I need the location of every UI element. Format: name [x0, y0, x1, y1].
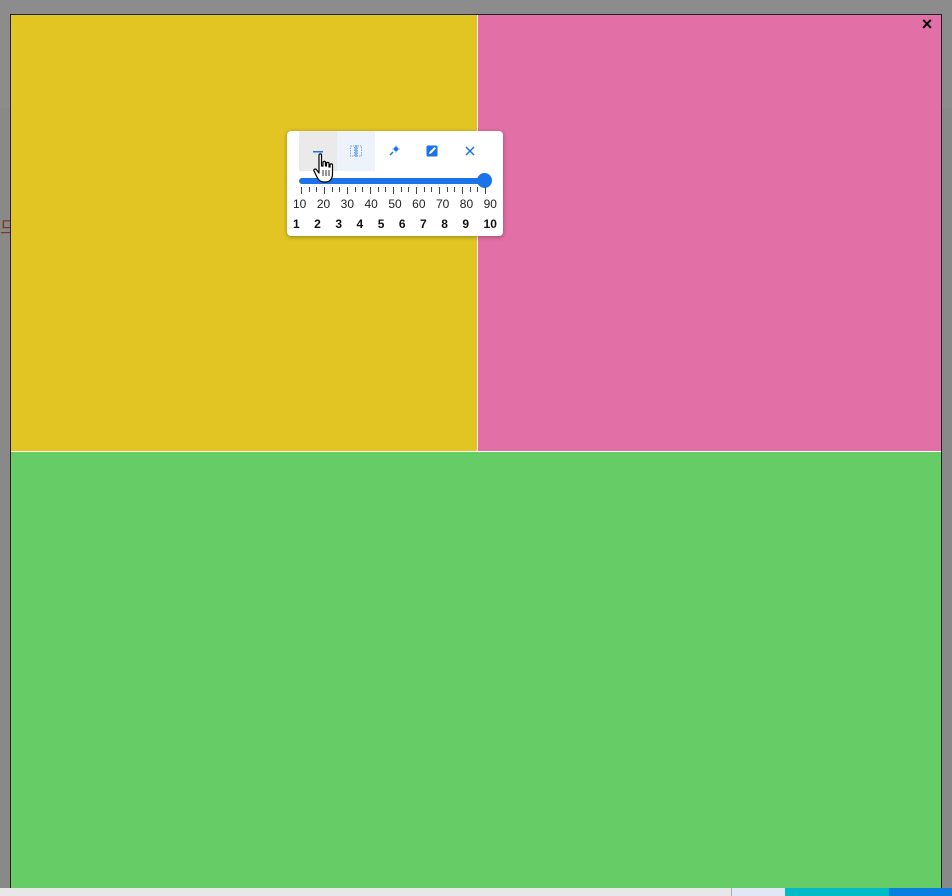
- slider-tick: [331, 187, 333, 192]
- slider-tick: [393, 187, 394, 194]
- percent-scale-label: 70: [435, 197, 450, 211]
- percent-scale-label: 20: [316, 197, 331, 211]
- slider-tick: [408, 187, 410, 192]
- slider-tick: [454, 187, 456, 192]
- slider-tick: [416, 187, 417, 194]
- percent-scale-label: 90: [483, 197, 497, 211]
- percent-scale-label: 80: [459, 197, 474, 211]
- pane-green[interactable]: [11, 452, 941, 888]
- slider-tick: [377, 187, 379, 192]
- slider-tick: [339, 187, 341, 192]
- count-scale-label: 2: [314, 217, 321, 231]
- percent-scale-label: 40: [364, 197, 378, 211]
- slider-tick: [439, 187, 440, 194]
- vertical-split-icon: [350, 145, 362, 157]
- edit-button[interactable]: [413, 131, 451, 171]
- close-toolbar-button[interactable]: [451, 131, 489, 171]
- slider-tick: [446, 187, 448, 192]
- count-scale-label: 8: [441, 217, 448, 231]
- percent-scale-label: 30: [340, 197, 355, 211]
- slider-tick: [308, 187, 310, 192]
- pane-pink[interactable]: [478, 15, 941, 451]
- percent-scale-label: 50: [388, 197, 402, 211]
- percent-scale-label: 10: [293, 197, 307, 211]
- hand-cursor-icon: [313, 153, 334, 183]
- horizontal-splitter[interactable]: [11, 451, 941, 452]
- close-icon: [465, 146, 475, 156]
- slider-ticks: [301, 187, 487, 195]
- count-scale-label: 10: [483, 217, 497, 231]
- split-vertical-button[interactable]: [337, 131, 375, 171]
- slider-tick: [485, 187, 486, 194]
- bottom-bar-segment: [731, 888, 786, 896]
- magic-wand-icon: [389, 145, 400, 156]
- count-scale-label: 7: [420, 217, 427, 231]
- slider-tick: [354, 187, 356, 192]
- percent-scale: 10 20 30 40 50 60 70 80 90: [293, 197, 497, 211]
- modal-close-button[interactable]: ×: [917, 14, 937, 34]
- slider-tick: [385, 187, 387, 192]
- slider-tick: [400, 187, 402, 192]
- count-scale-label: 9: [462, 217, 470, 231]
- slider-tick: [347, 187, 348, 194]
- slider-tick: [462, 187, 463, 194]
- percent-scale-label: 60: [412, 197, 426, 211]
- slider-tick: [362, 187, 364, 192]
- slider-tick: [316, 187, 318, 192]
- count-scale-label: 1: [293, 217, 300, 231]
- count-scale-label: 6: [398, 217, 406, 231]
- count-scale-label: 3: [335, 217, 343, 231]
- slider-tick: [370, 187, 371, 194]
- slider-tick: [477, 187, 479, 192]
- slider-tick: [423, 187, 425, 192]
- slider-thumb[interactable]: [477, 173, 492, 188]
- slider-tick: [469, 187, 471, 192]
- slider-tick: [324, 187, 325, 194]
- count-scale-label: 4: [356, 217, 364, 231]
- bottom-bar-segment-blue: [889, 888, 952, 896]
- bottom-bar-segment-teal: [785, 888, 889, 896]
- magic-wand-button[interactable]: [375, 131, 413, 171]
- count-scale-label: 5: [377, 217, 385, 231]
- slider-tick: [301, 187, 302, 194]
- count-scale: 1 2 3 4 5 6 7 8 9 10: [293, 217, 497, 231]
- slider-tick: [431, 187, 433, 192]
- edit-icon: [426, 145, 438, 157]
